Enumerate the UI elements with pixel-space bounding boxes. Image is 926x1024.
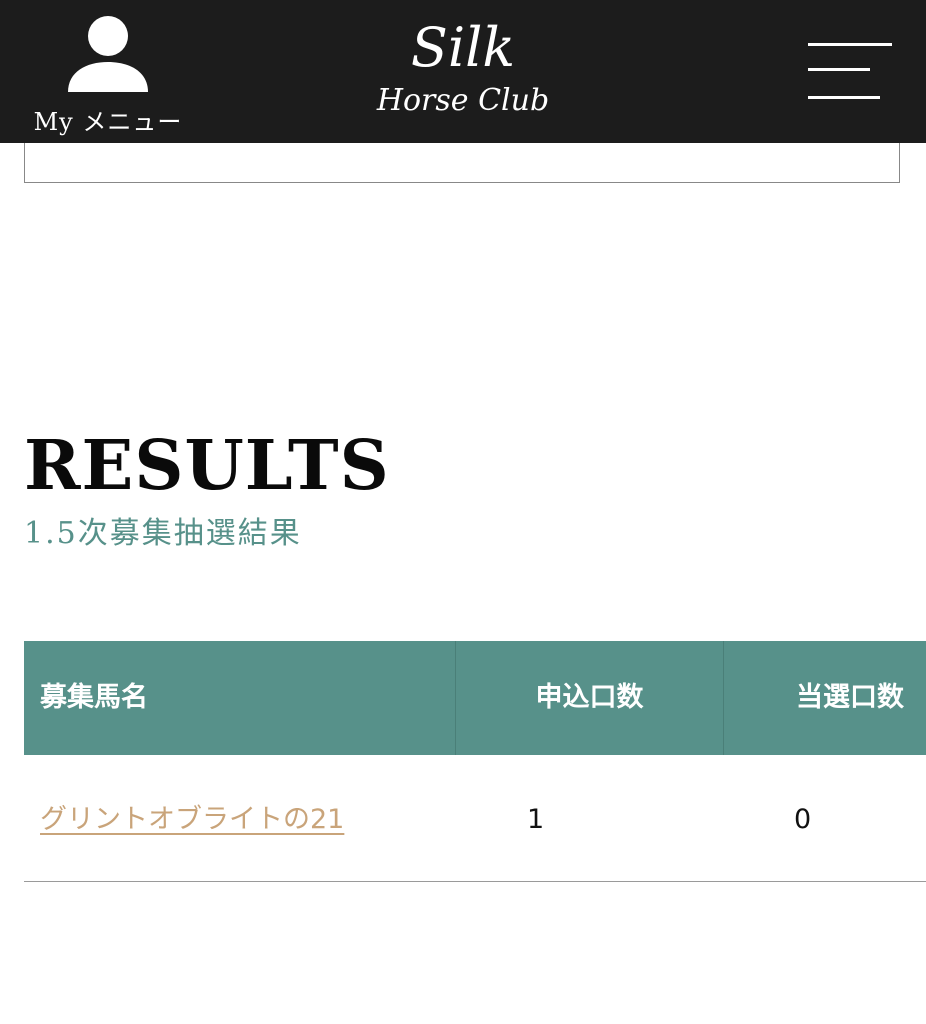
won-count-cell: 0 bbox=[794, 804, 812, 835]
hamburger-line bbox=[808, 96, 880, 99]
logo-silk: Silk bbox=[410, 16, 516, 79]
column-header-won: 当選口数 bbox=[723, 641, 926, 755]
section-heading: RESULTS bbox=[24, 426, 390, 506]
hamburger-line bbox=[808, 68, 870, 71]
logo-horse-club: Horse Club bbox=[376, 83, 550, 118]
applied-count-cell: 1 bbox=[527, 804, 545, 835]
hamburger-line bbox=[808, 43, 892, 46]
user-icon bbox=[68, 16, 148, 92]
site-logo[interactable]: Silk Horse Club bbox=[368, 14, 558, 132]
table-row: グリントオブライトの21 1 0 bbox=[24, 755, 926, 882]
horse-name-cell: グリントオブライトの21 bbox=[40, 755, 344, 882]
site-header: My メニュー Silk Horse Club bbox=[0, 0, 926, 143]
horse-name-link[interactable]: グリントオブライトの21 bbox=[40, 804, 344, 835]
section-subheading: 1.5次募集抽選結果 bbox=[24, 516, 302, 551]
table-header: 募集馬名 申込口数 当選口数 bbox=[24, 641, 926, 755]
previous-section-box bbox=[24, 143, 900, 183]
column-header-horse-name: 募集馬名 bbox=[40, 682, 148, 713]
my-menu-button[interactable]: My メニュー bbox=[26, 10, 190, 136]
hamburger-menu-icon[interactable] bbox=[800, 36, 896, 106]
my-menu-label: My メニュー bbox=[33, 108, 183, 136]
column-header-applied: 申込口数 bbox=[455, 641, 723, 755]
